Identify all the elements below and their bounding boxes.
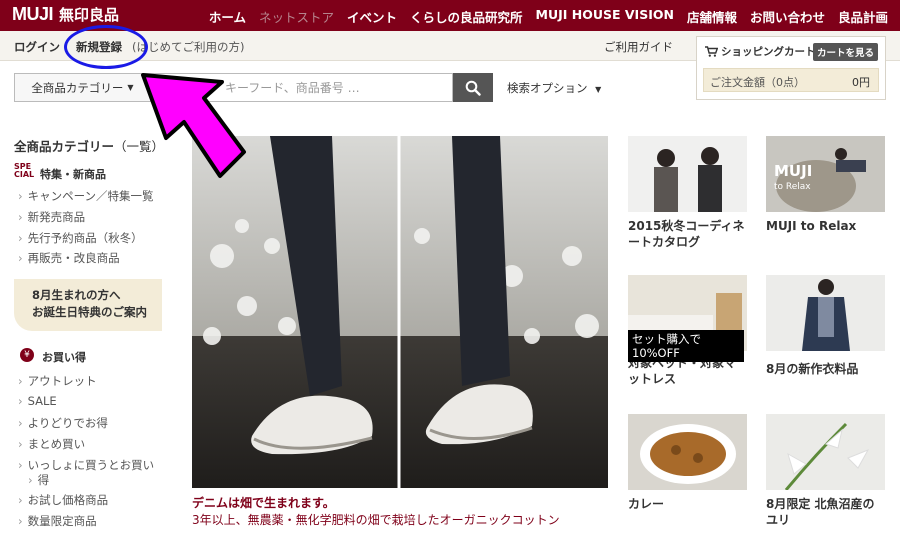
logo-text-en: MUJI (12, 4, 54, 24)
category-select[interactable]: 全商品カテゴリー ▼ (14, 73, 151, 102)
nav-lab[interactable]: くらしの良品研究所 (410, 7, 523, 26)
sidebar-item-preorder[interactable]: 先行予約商品（秋冬） (18, 230, 143, 246)
birthday-banner[interactable]: 8月生まれの方へ お誕生日特典のご案内 (14, 279, 162, 331)
sidebar-item-together-wrap[interactable]: 得 (28, 472, 50, 488)
tile-lily[interactable]: 8月限定 北魚沼産のユリ (766, 414, 885, 528)
cart-title: ショッピングカート (705, 44, 816, 59)
tile-new-clothing[interactable]: 8月の新作衣料品 (766, 275, 885, 377)
nav-stores[interactable]: 店舗情報 (687, 7, 737, 26)
nav-ryohin-keikaku[interactable]: 良品計画 (838, 7, 888, 26)
tile-caption: 8月の新作衣料品 (766, 362, 859, 376)
cart-title-label: ショッピングカート (721, 46, 816, 58)
top-header: MUJI 無印良品 ホーム ネットストア イベント くらしの良品研究所 MUJI… (0, 0, 900, 31)
tile-caption: 8月限定 北魚沼産のユリ (766, 497, 875, 527)
sidebar-item-limited[interactable]: 数量限定商品 (18, 513, 97, 529)
view-cart-button[interactable]: カートを見る (812, 43, 878, 61)
caret-down-icon: ▼ (127, 83, 134, 92)
sidebar-item-resale[interactable]: 再販売・改良商品 (18, 250, 120, 266)
caret-down-icon: ▼ (595, 85, 602, 94)
nav-netstore[interactable]: ネットストア (259, 7, 334, 26)
guide-link[interactable]: ご利用ガイド (604, 39, 673, 55)
category-heading-text: 全商品カテゴリー (14, 139, 115, 154)
search-icon (465, 80, 481, 96)
nav-contact[interactable]: お問い合わせ (750, 7, 825, 26)
search-options[interactable]: 検索オプション ▼ (507, 80, 601, 96)
hero-banner[interactable] (192, 136, 608, 488)
nav-home[interactable]: ホーム (209, 7, 246, 26)
deal-title: お買い得 (42, 351, 86, 364)
sidebar-item-bulk[interactable]: まとめ買い (18, 436, 86, 452)
cart-total-amount: 0円 (852, 76, 870, 89)
category-select-label: 全商品カテゴリー (31, 80, 124, 95)
special-icon: SPE CIAL (14, 162, 35, 179)
cart-total: ご注文金額（0点） 0円 (703, 68, 879, 92)
first-time-note: (はじめてご利用の方) (132, 40, 245, 54)
tile-caption: 2015秋冬コーディネートカタログ (628, 219, 745, 249)
discount-badge: セット購入で 10%OFF (628, 330, 744, 362)
nav-event[interactable]: イベント (347, 7, 397, 26)
global-nav: ホーム ネットストア イベント くらしの良品研究所 MUJI HOUSE VIS… (209, 7, 888, 26)
hero-subtitle: 3年以上、無農薬・無化学肥料の畑で栽培したオーガニックコットン (192, 513, 560, 527)
highlight-circle (64, 25, 148, 69)
sidebar-item-yoridori[interactable]: よりどりでお得 (18, 415, 108, 431)
lily-image (766, 414, 885, 490)
relax-overlay-logo: MUJI (774, 162, 813, 180)
nav-house-vision[interactable]: MUJI HOUSE VISION (536, 7, 674, 26)
search-options-label: 検索オプション (507, 81, 588, 95)
sidebar-item-together[interactable]: いっしょに買うとお買い (18, 457, 155, 473)
cart-icon (705, 46, 718, 57)
sidebar-item-campaigns[interactable]: キャンペーン／特集一覧 (18, 188, 154, 204)
tile-caption: MUJI to Relax (766, 219, 857, 233)
tile-caption: カレー (628, 497, 665, 511)
sidebar-item-new[interactable]: 新発売商品 (18, 209, 86, 225)
sidebar-item-outlet[interactable]: アウトレット (18, 373, 97, 389)
sidebar-item-sale[interactable]: SALE (18, 394, 57, 408)
tile-curry[interactable]: カレー (628, 414, 747, 512)
sidebar-item-trial[interactable]: お試し価格商品 (18, 492, 109, 508)
muji-logo[interactable]: MUJI 無印良品 (12, 4, 119, 25)
curry-image (628, 414, 747, 490)
catalog-image (628, 136, 747, 212)
cart-total-label: ご注文金額（0点） (710, 76, 805, 89)
logo-text-jp: 無印良品 (59, 6, 120, 24)
highlight-arrow-icon (141, 73, 246, 178)
search-button[interactable] (453, 73, 493, 102)
tile-catalog[interactable]: 2015秋冬コーディネートカタログ (628, 136, 747, 250)
tile-muji-to-relax[interactable]: MUJI to Relax MUJI to Relax (766, 136, 885, 234)
hero-title[interactable]: デニムは畑で生まれます。 (192, 494, 335, 511)
birthday-line1: 8月生まれの方へ (32, 288, 121, 302)
relax-overlay-sub: to Relax (774, 182, 811, 192)
yen-icon: ¥ (20, 348, 34, 362)
login-link[interactable]: ログイン (14, 39, 60, 55)
relax-image: MUJI to Relax (766, 136, 885, 212)
shopping-cart-box: ショッピングカート カートを見る ご注文金額（0点） 0円 (696, 36, 886, 100)
special-title: 特集・新商品 (40, 168, 106, 181)
birthday-line2: お誕生日特典のご案内 (32, 305, 147, 319)
hero-denim-image (192, 136, 608, 488)
clothing-image (766, 275, 885, 351)
